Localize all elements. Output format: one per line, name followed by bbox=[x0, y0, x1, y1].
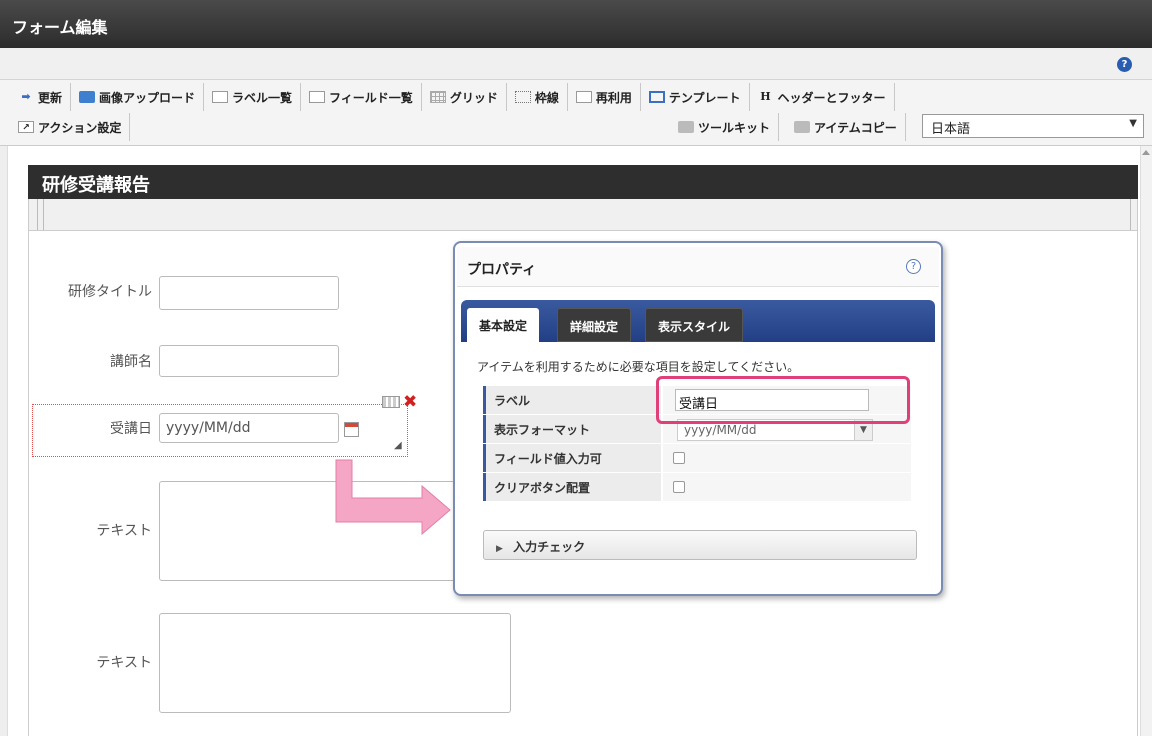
header-footer-button[interactable]: H ヘッダーとフッター bbox=[749, 83, 895, 111]
tab-detail-settings[interactable]: 詳細設定 bbox=[557, 308, 632, 342]
header-footer-icon: H bbox=[760, 90, 771, 103]
text2-label: テキスト bbox=[96, 655, 152, 671]
update-label: 更新 bbox=[38, 90, 63, 105]
border-button[interactable]: 枠線 bbox=[506, 83, 568, 111]
format-select-value: yyyy/MM/dd bbox=[684, 423, 757, 437]
training-title-input[interactable] bbox=[159, 276, 339, 310]
label-list-icon bbox=[212, 91, 229, 103]
help-bar: ? bbox=[0, 48, 1152, 80]
left-edge bbox=[0, 146, 8, 736]
image-upload-label: 画像アップロード bbox=[99, 90, 196, 105]
subbar-divider bbox=[1130, 199, 1131, 230]
action-settings-button[interactable]: ↗ アクション設定 bbox=[10, 113, 131, 141]
reuse-icon bbox=[575, 91, 592, 103]
toolbar: ➡ 更新 画像アップロード ラベル一覧 フィールド一覧 グリッド 枠線 再利用 bbox=[0, 80, 1152, 146]
form-subbar bbox=[28, 199, 1138, 231]
update-button[interactable]: ➡ 更新 bbox=[10, 83, 72, 111]
toolkit-label: ツールキット bbox=[698, 120, 771, 135]
reuse-button[interactable]: 再利用 bbox=[567, 83, 641, 111]
text2-textarea[interactable] bbox=[159, 613, 511, 713]
pointer-arrow-icon bbox=[335, 459, 451, 536]
delete-icon[interactable]: ✖ bbox=[403, 392, 417, 412]
prop-field-input-value-cell bbox=[663, 444, 911, 472]
input-check-section[interactable]: ▶ 入力チェック bbox=[483, 530, 917, 560]
grid-icon bbox=[429, 91, 446, 103]
field-list-icon bbox=[309, 91, 326, 103]
grid-button[interactable]: グリッド bbox=[421, 83, 507, 111]
resize-handle-icon[interactable]: ◢ bbox=[394, 440, 402, 451]
instructor-input[interactable] bbox=[159, 345, 339, 377]
toolbar-row-1: ➡ 更新 画像アップロード ラベル一覧 フィールド一覧 グリッド 枠線 再利用 bbox=[10, 83, 895, 111]
language-value: 日本語 bbox=[931, 122, 971, 137]
template-button[interactable]: テンプレート bbox=[640, 83, 750, 111]
chevron-down-icon: ▼ bbox=[1129, 118, 1137, 129]
language-select[interactable]: 日本語 ▼ bbox=[922, 114, 1144, 138]
properties-header: プロパティ ? bbox=[457, 247, 939, 287]
input-check-label: 入力チェック bbox=[513, 540, 586, 554]
tab-display-style[interactable]: 表示スタイル bbox=[645, 308, 744, 342]
label-highlight-box bbox=[656, 376, 910, 424]
item-copy-label: アイテムコピー bbox=[814, 120, 897, 135]
instructor-label: 講師名 bbox=[110, 354, 152, 370]
prop-format-name: 表示フォーマット bbox=[483, 415, 661, 443]
action-icon: ↗ bbox=[18, 121, 34, 133]
properties-title: プロパティ bbox=[467, 262, 537, 278]
prop-clear-button-value-cell bbox=[663, 473, 911, 501]
action-settings-label: アクション設定 bbox=[38, 120, 122, 135]
image-upload-button[interactable]: 画像アップロード bbox=[71, 83, 205, 111]
border-icon bbox=[514, 91, 531, 103]
border-label: 枠線 bbox=[534, 90, 559, 105]
calendar-icon[interactable] bbox=[344, 422, 359, 437]
triangle-right-icon: ▶ bbox=[496, 544, 503, 554]
item-copy-icon bbox=[794, 121, 810, 133]
scroll-up-icon[interactable] bbox=[1142, 150, 1150, 155]
window-title: フォーム編集 bbox=[0, 0, 1152, 48]
properties-description: アイテムを利用するために必要な項目を設定してください。 bbox=[477, 360, 800, 374]
question-circle-icon[interactable]: ? bbox=[1117, 57, 1132, 72]
training-title-label: 研修タイトル bbox=[68, 284, 152, 300]
help-icon[interactable]: ? bbox=[906, 259, 921, 274]
field-list-button[interactable]: フィールド一覧 bbox=[301, 83, 422, 111]
grid-label: グリッド bbox=[449, 90, 498, 105]
form-title: 研修受講報告 bbox=[28, 165, 1138, 199]
text1-label: テキスト bbox=[96, 523, 152, 539]
item-copy-button[interactable]: アイテムコピー bbox=[786, 113, 906, 141]
edit-item-icon[interactable] bbox=[382, 396, 400, 408]
field-list-label: フィールド一覧 bbox=[329, 90, 413, 105]
date-label: 受講日 bbox=[110, 421, 152, 437]
header-footer-label: ヘッダーとフッター bbox=[777, 90, 886, 105]
template-label: テンプレート bbox=[668, 90, 741, 105]
prop-row-field-input: フィールド値入力可 bbox=[483, 444, 911, 472]
label-list-button[interactable]: ラベル一覧 bbox=[204, 83, 302, 111]
subbar-divider bbox=[37, 199, 44, 230]
update-icon: ➡ bbox=[21, 90, 31, 103]
properties-panel: プロパティ ? 基本設定 詳細設定 表示スタイル アイテムを利用するために必要な… bbox=[453, 241, 943, 596]
image-upload-icon bbox=[79, 91, 96, 103]
label-list-label: ラベル一覧 bbox=[232, 90, 293, 105]
template-icon bbox=[648, 91, 665, 103]
prop-row-clear-button: クリアボタン配置 bbox=[483, 473, 911, 501]
toolbar-row-2: ↗ アクション設定 bbox=[10, 113, 131, 141]
reuse-label: 再利用 bbox=[595, 90, 632, 105]
tab-basic-settings[interactable]: 基本設定 bbox=[467, 308, 540, 342]
clear-button-checkbox[interactable] bbox=[673, 481, 685, 493]
prop-field-input-name: フィールド値入力可 bbox=[483, 444, 661, 472]
field-input-checkbox[interactable] bbox=[673, 452, 685, 464]
toolkit-icon bbox=[678, 121, 694, 133]
vertical-scrollbar[interactable] bbox=[1140, 146, 1152, 736]
date-input-value: yyyy/MM/dd bbox=[166, 420, 251, 436]
properties-tabbar: 基本設定 詳細設定 表示スタイル bbox=[461, 300, 935, 342]
prop-clear-button-name: クリアボタン配置 bbox=[483, 473, 661, 501]
prop-label-name: ラベル bbox=[483, 386, 661, 414]
toolkit-button[interactable]: ツールキット bbox=[670, 113, 780, 141]
